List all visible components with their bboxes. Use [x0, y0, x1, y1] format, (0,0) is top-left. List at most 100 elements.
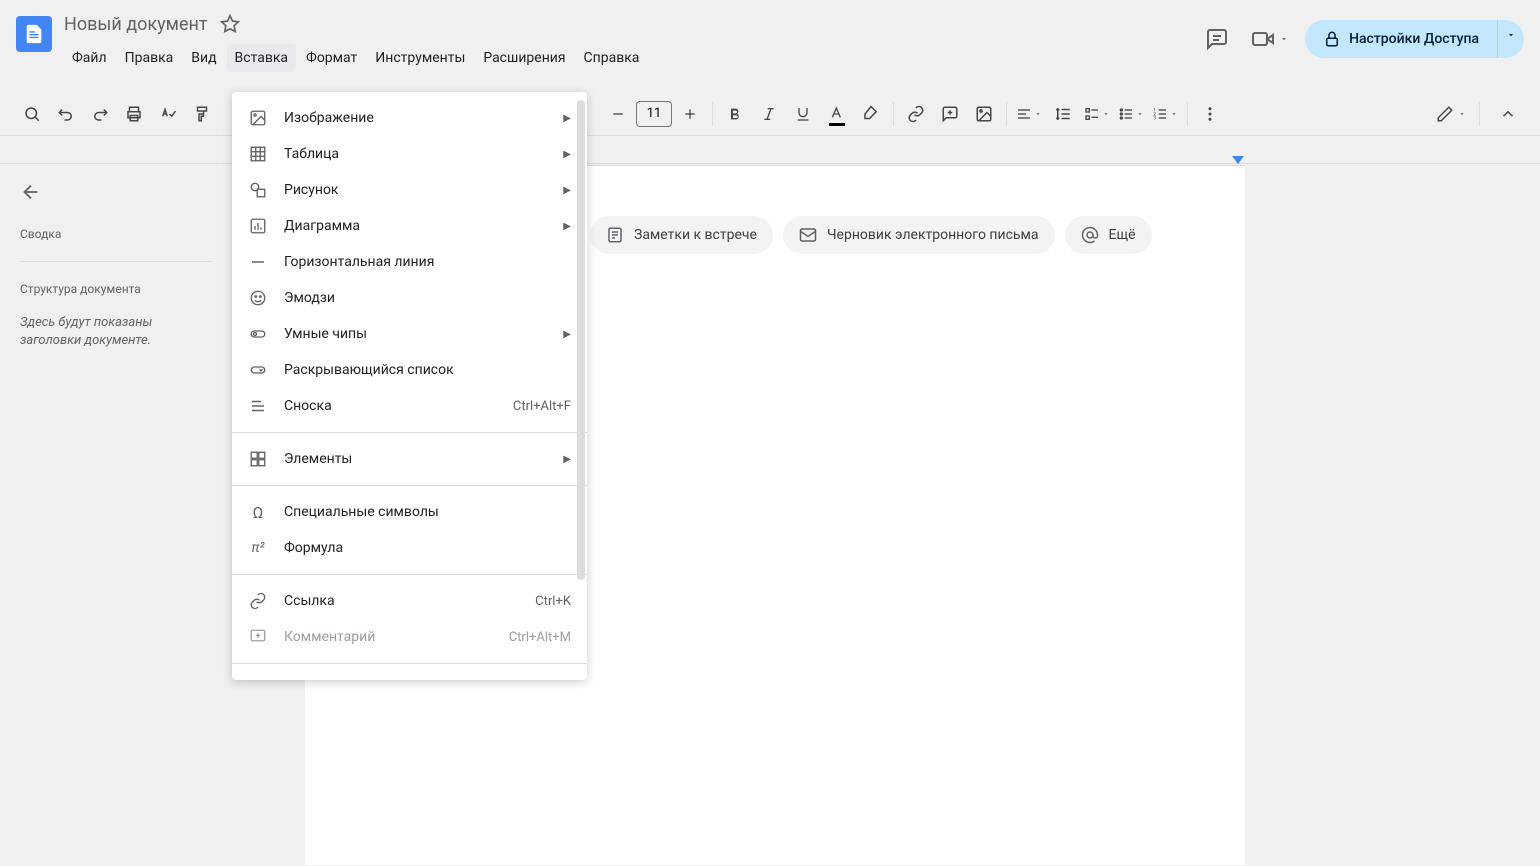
- image-icon: [248, 108, 268, 128]
- chevron-down-icon: [1279, 34, 1289, 44]
- divider: [232, 574, 587, 575]
- document-title[interactable]: Новый документ: [64, 14, 208, 35]
- submenu-arrow-icon: ▶: [563, 329, 571, 340]
- menu-help[interactable]: Справка: [576, 44, 648, 72]
- menu-view[interactable]: Вид: [183, 44, 224, 72]
- menu-extensions[interactable]: Расширения: [475, 44, 573, 72]
- decrease-font-size[interactable]: [602, 98, 634, 130]
- line-spacing-button[interactable]: [1047, 98, 1079, 130]
- menu-tools[interactable]: Инструменты: [367, 44, 473, 72]
- separator: [893, 102, 894, 126]
- align-button[interactable]: [1013, 98, 1045, 130]
- ruler: [0, 136, 1540, 164]
- link-icon: [248, 591, 268, 611]
- dd-label: Элементы: [284, 451, 547, 467]
- dd-emoji[interactable]: Эмодзи: [232, 280, 587, 316]
- drawing-icon: [248, 180, 268, 200]
- dd-smart-chips[interactable]: Умные чипы ▶: [232, 316, 587, 352]
- emoji-icon: [248, 288, 268, 308]
- ruler-marker[interactable]: [1232, 156, 1244, 164]
- spellcheck-button[interactable]: [152, 98, 184, 130]
- back-arrow-button[interactable]: [20, 181, 212, 203]
- dd-footnote[interactable]: Сноска Ctrl+Alt+F: [232, 388, 587, 424]
- toolbar: 11 123: [0, 92, 1540, 136]
- add-comment-button[interactable]: [934, 98, 966, 130]
- italic-button[interactable]: [753, 98, 785, 130]
- menu-file[interactable]: Файл: [64, 44, 115, 72]
- underline-button[interactable]: [787, 98, 819, 130]
- docs-logo[interactable]: [16, 16, 52, 52]
- redo-button[interactable]: [84, 98, 116, 130]
- dd-equation[interactable]: π² Формула: [232, 530, 587, 566]
- edit-mode-button[interactable]: [1435, 98, 1467, 130]
- omega-icon: Ω: [248, 502, 268, 522]
- menu-insert[interactable]: Вставка: [227, 44, 296, 72]
- horizontal-line-icon: [248, 252, 268, 272]
- dd-horizontal-line[interactable]: Горизонтальная линия: [232, 244, 587, 280]
- meet-button[interactable]: [1251, 27, 1289, 51]
- bullet-list-button[interactable]: [1115, 98, 1147, 130]
- share-dropdown-arrow[interactable]: [1497, 20, 1524, 58]
- collapse-toolbar-button[interactable]: [1492, 98, 1524, 130]
- undo-button[interactable]: [50, 98, 82, 130]
- chip-label: Ещё: [1109, 227, 1136, 243]
- building-blocks-icon: [248, 449, 268, 469]
- bold-button[interactable]: [719, 98, 751, 130]
- dd-special-chars[interactable]: Ω Специальные символы: [232, 494, 587, 530]
- increase-font-size[interactable]: [674, 98, 706, 130]
- dd-label: Специальные символы: [284, 504, 571, 520]
- dd-drawing[interactable]: Рисунок ▶: [232, 172, 587, 208]
- dd-chart[interactable]: Диаграмма ▶: [232, 208, 587, 244]
- chip-meeting-notes[interactable]: Заметки к встрече: [590, 216, 773, 254]
- equation-icon: π²: [248, 538, 268, 558]
- separator: [1479, 102, 1480, 126]
- dd-link[interactable]: Ссылка Ctrl+K: [232, 583, 587, 619]
- divider: [232, 663, 587, 664]
- dd-label: Эмодзи: [284, 290, 571, 306]
- dd-shortcut: Ctrl+Alt+M: [509, 630, 571, 645]
- outline-heading: Структура документа: [20, 282, 212, 296]
- chip-label: Заметки к встрече: [634, 227, 757, 243]
- dd-comment: Комментарий Ctrl+Alt+M: [232, 619, 587, 655]
- email-icon: [799, 226, 817, 244]
- print-button[interactable]: [118, 98, 150, 130]
- scrollbar[interactable]: [577, 100, 585, 580]
- separator: [1006, 102, 1007, 126]
- dd-dropdown-list[interactable]: Раскрывающийся список: [232, 352, 587, 388]
- footnote-icon: [248, 396, 268, 416]
- dd-building-blocks[interactable]: Элементы ▶: [232, 441, 587, 477]
- dd-label: Таблица: [284, 146, 547, 162]
- menu-format[interactable]: Формат: [298, 44, 365, 72]
- submenu-arrow-icon: ▶: [563, 113, 571, 124]
- paint-format-button[interactable]: [186, 98, 218, 130]
- dd-label: Диаграмма: [284, 218, 547, 234]
- dd-table[interactable]: Таблица ▶: [232, 136, 587, 172]
- numbered-list-button[interactable]: 123: [1149, 98, 1181, 130]
- table-icon: [248, 144, 268, 164]
- dd-label: Изображение: [284, 110, 547, 126]
- font-size-input[interactable]: 11: [636, 101, 672, 127]
- share-button[interactable]: Настройки Доступа: [1305, 20, 1497, 58]
- chevron-down-icon: [1506, 30, 1516, 40]
- dd-shortcut: Ctrl+Alt+F: [513, 399, 571, 414]
- more-button[interactable]: [1194, 98, 1226, 130]
- chip-email-draft[interactable]: Черновик электронного письма: [783, 216, 1055, 254]
- dd-label: Комментарий: [284, 629, 493, 645]
- menu-edit[interactable]: Правка: [117, 44, 182, 72]
- dd-shortcut: Ctrl+K: [535, 594, 571, 609]
- dd-label: Формула: [284, 540, 571, 556]
- insert-image-button[interactable]: [968, 98, 1000, 130]
- chip-more[interactable]: Ещё: [1065, 216, 1152, 254]
- comments-icon[interactable]: [1199, 21, 1235, 57]
- text-color-button[interactable]: [821, 98, 853, 130]
- search-button[interactable]: [16, 98, 48, 130]
- smart-chips-icon: [248, 324, 268, 344]
- star-icon[interactable]: [220, 14, 240, 34]
- insert-link-button[interactable]: [900, 98, 932, 130]
- chart-icon: [248, 216, 268, 236]
- checklist-button[interactable]: [1081, 98, 1113, 130]
- dd-label: Ссылка: [284, 593, 519, 609]
- insert-dropdown: Изображение ▶ Таблица ▶ Рисунок ▶ Диагра…: [232, 92, 587, 680]
- highlight-button[interactable]: [855, 98, 887, 130]
- dd-image[interactable]: Изображение ▶: [232, 100, 587, 136]
